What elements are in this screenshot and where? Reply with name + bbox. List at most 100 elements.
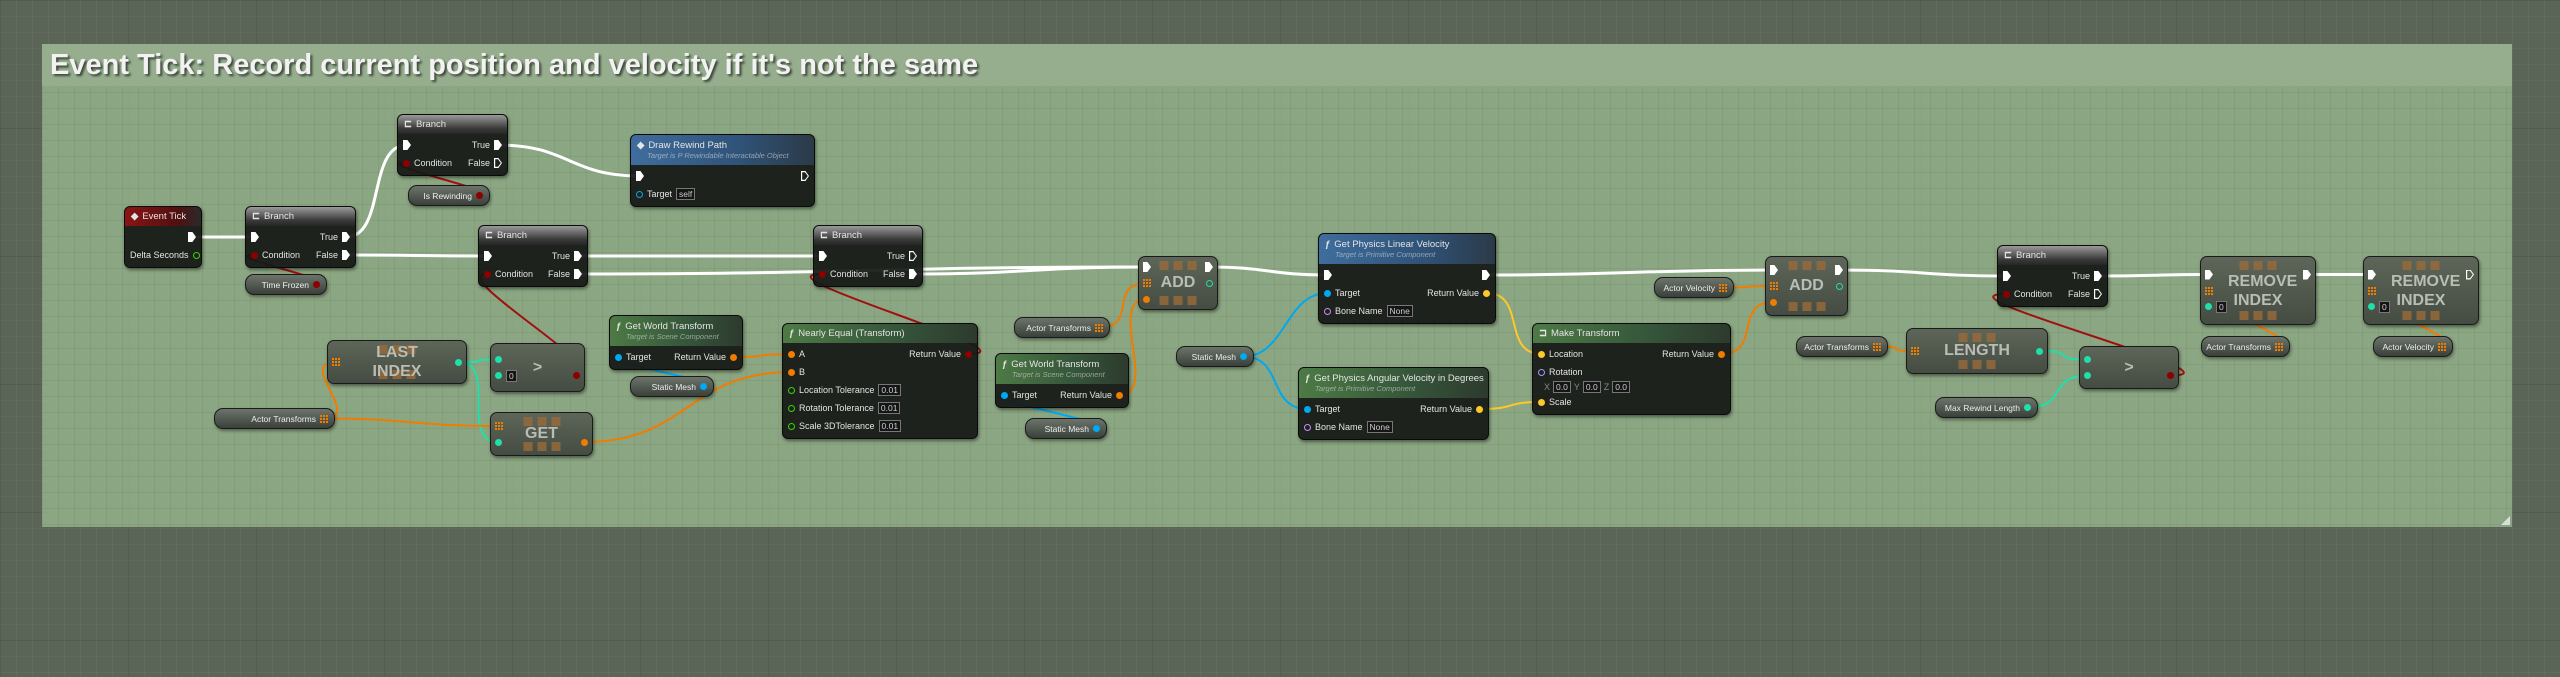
object-pin[interactable] (1001, 391, 1008, 399)
vector-pin[interactable] (1538, 398, 1545, 406)
av2-variable[interactable]: Actor Velocity (2373, 336, 2453, 357)
node-header[interactable]: ƒ Get World Transform Target is Scene Comp… (610, 316, 742, 346)
bool-pin[interactable] (251, 251, 258, 259)
int-pin[interactable] (1206, 279, 1213, 287)
cmp1-macro-node[interactable]: >0 (490, 343, 585, 392)
node-header[interactable]: ƒ Get Physics Linear Velocity Target is Pr… (1319, 234, 1495, 264)
at4-variable[interactable]: Actor Transforms (2201, 336, 2290, 357)
default-value-field[interactable]: None (1366, 421, 1393, 433)
make-node[interactable]: ⊐ Make Transform Location Return Value Rotat… (1532, 323, 1731, 415)
node-header[interactable]: ƒ Get Physics Angular Velocity in Degrees… (1299, 368, 1488, 398)
br5-node[interactable]: ⊏ Branch True Condition False (1997, 245, 2108, 307)
gwt2-node[interactable]: ƒ Get World Transform Target is Scene Comp… (995, 353, 1129, 408)
exec-pin[interactable] (342, 250, 350, 260)
vector-pin[interactable] (1476, 405, 1483, 413)
exec-pin[interactable] (2303, 269, 2311, 280)
axis-y-field[interactable]: 0.0 (1582, 381, 1601, 393)
float-pin[interactable] (192, 251, 200, 259)
bool-pin[interactable] (819, 270, 826, 278)
name-pin[interactable] (1324, 307, 1331, 315)
exec-pin[interactable] (909, 269, 917, 279)
exec-pin[interactable] (494, 158, 502, 168)
bool-pin[interactable] (313, 281, 320, 288)
bool-pin[interactable] (476, 192, 483, 199)
exec-pin[interactable] (909, 251, 917, 261)
array-pin[interactable] (2438, 342, 2446, 351)
rem2-macro-node[interactable]: REMOVE INDEX 0 (2363, 256, 2479, 325)
node-header[interactable]: ⊏ Branch (1998, 246, 2107, 265)
resize-handle-icon[interactable] (2501, 516, 2510, 525)
int-pin[interactable] (495, 356, 502, 363)
add2-macro-node[interactable]: ADD (1765, 256, 1848, 316)
exec-pin[interactable] (494, 140, 502, 150)
struct-pin[interactable] (1770, 298, 1777, 306)
node-header[interactable]: ⊏ Branch (479, 226, 587, 245)
exec-pin[interactable] (2094, 271, 2102, 281)
exec-pin[interactable] (574, 251, 582, 261)
angvel-node[interactable]: ƒ Get Physics Angular Velocity in Degrees… (1298, 367, 1489, 440)
node-header[interactable]: ◆ Event Tick (125, 207, 201, 226)
bool-pin[interactable] (965, 350, 972, 358)
exec-pin[interactable] (2205, 269, 2213, 280)
bool-pin[interactable] (2167, 372, 2174, 379)
object-pin[interactable] (1304, 405, 1311, 413)
array-pin[interactable] (1719, 283, 1727, 292)
array-pin[interactable] (1095, 323, 1103, 332)
array-pin[interactable] (2275, 342, 2283, 351)
linvel-node[interactable]: ƒ Get Physics Linear Velocity Target is Pr… (1318, 233, 1496, 324)
ne-node[interactable]: ƒ Nearly Equal (Transform) A Return Value B L… (782, 323, 978, 439)
exec-pin[interactable] (1205, 262, 1213, 272)
array-pin[interactable] (1911, 347, 1919, 355)
object-pin[interactable] (636, 190, 643, 198)
exec-pin[interactable] (2466, 270, 2474, 280)
array-pin[interactable] (495, 422, 503, 430)
int-pin[interactable] (2036, 347, 2043, 355)
exec-pin[interactable] (188, 232, 196, 242)
float-pin[interactable] (788, 422, 795, 430)
float-pin[interactable] (788, 404, 795, 412)
struct-pin[interactable] (1143, 295, 1150, 303)
node-header[interactable]: ⊐ Make Transform (1533, 324, 1730, 343)
br3-node[interactable]: ⊏ Branch True Condition False (478, 225, 588, 287)
length-macro-node[interactable]: LENGTH (1906, 328, 2048, 374)
cmp2-macro-node[interactable]: > (2079, 346, 2179, 389)
object-pin[interactable] (1324, 289, 1331, 297)
timefrozen-variable[interactable]: Time Frozen (245, 274, 327, 295)
object-pin[interactable] (700, 383, 707, 390)
int-pin[interactable] (495, 438, 502, 446)
comment-title[interactable]: Event Tick: Record current position and … (42, 44, 2512, 86)
struct-pin[interactable] (788, 368, 795, 376)
exec-pin[interactable] (1835, 265, 1843, 275)
exec-pin[interactable] (1324, 270, 1332, 280)
rotator-pin[interactable] (1538, 368, 1545, 376)
array-pin[interactable] (1770, 282, 1778, 290)
object-pin[interactable] (1093, 425, 1100, 432)
default-value-field[interactable]: None (1386, 305, 1413, 317)
default-value-field[interactable]: 0 (506, 369, 517, 382)
default-value-field[interactable]: 0 (2216, 300, 2227, 313)
array-pin[interactable] (2205, 286, 2213, 295)
axis-x-field[interactable]: 0.0 (1553, 381, 1571, 393)
exec-pin[interactable] (2003, 271, 2011, 281)
struct-pin[interactable] (1718, 350, 1725, 358)
vector-pin[interactable] (1538, 350, 1545, 358)
sm1-variable[interactable]: Static Mesh (630, 376, 714, 397)
exec-pin[interactable] (2094, 289, 2102, 299)
int-pin[interactable] (2205, 303, 2212, 310)
name-pin[interactable] (1304, 423, 1311, 431)
sm3-variable[interactable]: Static Mesh (1176, 346, 1254, 367)
tick-node[interactable]: ◆ Event Tick Delta Seconds (124, 206, 202, 268)
exec-pin[interactable] (1143, 262, 1151, 272)
lastidx-macro-node[interactable]: LAST INDEX (327, 340, 467, 384)
axis-z-field[interactable]: 0.0 (1612, 381, 1631, 393)
br2-node[interactable]: ⊏ Branch True Condition False (397, 114, 508, 176)
object-pin[interactable] (1240, 353, 1247, 360)
default-value-field[interactable]: self (676, 188, 696, 200)
int-pin[interactable] (2084, 372, 2091, 379)
float-pin[interactable] (788, 386, 795, 394)
exec-pin[interactable] (1482, 270, 1490, 280)
sm2-variable[interactable]: Static Mesh (1025, 418, 1107, 439)
maxlen-variable[interactable]: Max Rewind Length (1935, 397, 2038, 418)
node-header[interactable]: ƒ Get World Transform Target is Scene Comp… (996, 354, 1128, 384)
av1-variable[interactable]: Actor Velocity (1654, 277, 1734, 298)
